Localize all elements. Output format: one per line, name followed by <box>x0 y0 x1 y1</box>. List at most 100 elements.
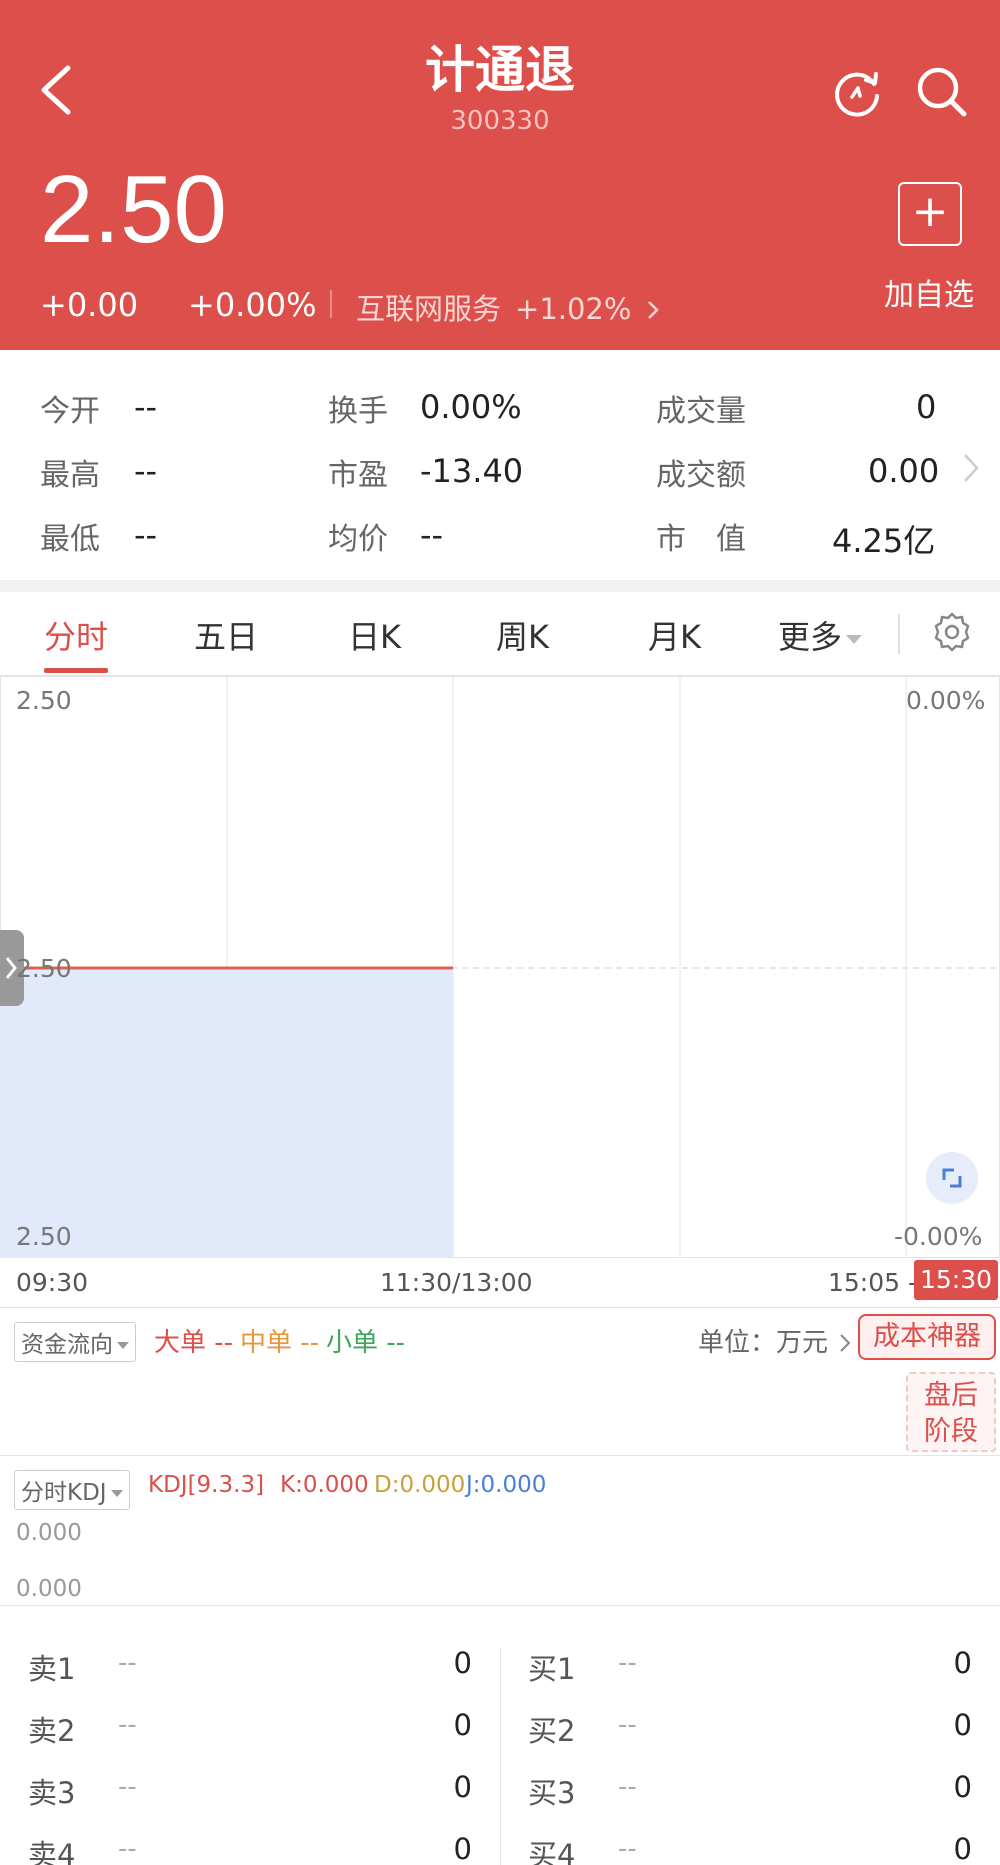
order-book-separator <box>500 1648 501 1865</box>
expand-icon <box>942 1168 962 1188</box>
kdj-d-value: D:0.000 <box>374 1472 466 1498</box>
stat-value-low: -- <box>134 516 158 554</box>
cost-tool-button[interactable]: 成本神器 <box>858 1314 996 1360</box>
stat-label-turnover: 换手 <box>328 394 388 429</box>
chart-tabs: 分时 五日 日K 周K 月K 更多 <box>0 592 1000 676</box>
kdj-selector-label: 分时KDJ <box>21 1480 107 1506</box>
stat-value-amount: 0.00 <box>868 452 940 490</box>
sell-3-volume: 0 <box>453 1770 472 1804</box>
stock-stats[interactable]: 今开 -- 换手 0.00% 成交量 0 最高 -- 市盈 -13.40 成交额… <box>0 350 1000 580</box>
tab-more-label: 更多 <box>778 618 843 656</box>
sell-1-volume: 0 <box>453 1646 472 1680</box>
kdj-selector[interactable]: 分时KDJ <box>14 1470 130 1510</box>
search-icon[interactable] <box>914 64 970 120</box>
money-flow-selector[interactable]: 资金流向 <box>14 1322 136 1362</box>
price-change-percent: +0.00% <box>188 286 317 324</box>
sell-3-label: 卖3 <box>28 1776 76 1810</box>
stat-value-turnover: 0.00% <box>420 388 522 426</box>
sell-1-price: -- <box>118 1648 137 1678</box>
stat-value-pe: -13.40 <box>420 452 524 490</box>
industry-name: 互联网服务 <box>356 292 502 326</box>
buy-3-price: -- <box>618 1772 637 1802</box>
after-hours-stage-button[interactable]: 盘后 阶段 <box>906 1372 996 1452</box>
buy-4-price: -- <box>618 1834 637 1864</box>
money-flow-selector-label: 资金流向 <box>21 1332 113 1358</box>
stat-label-pe: 市盈 <box>328 458 388 493</box>
sell-2-label: 卖2 <box>28 1714 76 1748</box>
stat-value-avg-price: -- <box>420 516 444 554</box>
tab-daily-k[interactable]: 日K <box>348 612 401 658</box>
y-axis-mid-price: 2.50 <box>16 954 72 983</box>
small-order-flow: 小单 -- <box>326 1328 406 1358</box>
kdj-k-value: K:0.000 <box>280 1472 369 1498</box>
industry-link[interactable]: 互联网服务 +1.02% <box>356 286 661 328</box>
buy-3-label: 买3 <box>528 1776 576 1810</box>
intraday-chart[interactable]: 2.50 2.50 2.50 0.00% -0.00% <box>0 676 1000 1258</box>
time-label-after-hours[interactable]: 15:30 <box>914 1260 998 1300</box>
sell-2-price: -- <box>118 1710 137 1740</box>
tab-weekly-k[interactable]: 周K <box>496 612 549 658</box>
mid-order-flow: 中单 -- <box>240 1328 320 1358</box>
unit-link[interactable]: 单位：万元 <box>698 1322 852 1359</box>
sell-3-price: -- <box>118 1772 137 1802</box>
time-label-midday: 11:30/13:00 <box>380 1268 533 1297</box>
sell-4-price: -- <box>118 1834 137 1864</box>
stat-value-high: -- <box>134 452 158 490</box>
kdj-indicator-panel[interactable]: 分时KDJ KDJ[9.3.3] K:0.000 D:0.000 J:0.000… <box>0 1456 1000 1606</box>
kdj-axis-bottom: 0.000 <box>16 1576 82 1602</box>
active-tab-indicator <box>44 668 108 673</box>
sell-4-label: 卖4 <box>28 1838 76 1865</box>
time-label-open: 09:30 <box>16 1268 89 1297</box>
tab-five-day[interactable]: 五日 <box>194 612 258 658</box>
gear-icon[interactable] <box>930 610 974 654</box>
after-hours-line-1: 盘后 <box>924 1380 978 1411</box>
stock-header: 计通退 300330 2.50 +0.00 +0.00% 互联网服务 +1.02%… <box>0 0 1000 350</box>
time-label-close: 15:05 - <box>828 1268 918 1297</box>
buy-2-label: 买2 <box>528 1714 576 1748</box>
order-book: 卖1 -- 0 卖2 -- 0 卖3 -- 0 卖4 -- 0 买1 -- 0 … <box>0 1618 1000 1865</box>
refresh-icon[interactable] <box>830 66 884 120</box>
fullscreen-button[interactable] <box>926 1152 978 1204</box>
stat-label-volume: 成交量 <box>656 394 746 429</box>
sell-4-volume: 0 <box>453 1832 472 1865</box>
stat-value-market-cap: 4.25亿 <box>832 522 936 560</box>
stat-label-low: 最低 <box>40 522 100 557</box>
add-watchlist-label[interactable]: 加自选 <box>884 270 974 314</box>
buy-1-price: -- <box>618 1648 637 1678</box>
industry-change: +1.02% <box>515 292 632 326</box>
y-axis-bottom-pct: -0.00% <box>894 1222 983 1251</box>
tab-intraday[interactable]: 分时 <box>44 612 108 658</box>
sell-2-volume: 0 <box>453 1708 472 1742</box>
stat-label-avg-price: 均价 <box>328 522 388 557</box>
chevron-right-icon <box>647 301 659 319</box>
y-axis-top-price: 2.50 <box>16 686 72 715</box>
kdj-j-value: J:0.000 <box>466 1472 547 1498</box>
after-hours-line-2: 阶段 <box>924 1416 978 1447</box>
buy-1-volume: 0 <box>953 1646 972 1680</box>
unit-label: 单位：万元 <box>698 1328 829 1358</box>
intraday-chart-svg <box>0 676 1000 1258</box>
price-change: +0.00 <box>40 286 139 324</box>
buy-4-label: 买4 <box>528 1838 576 1865</box>
price-area <box>0 968 453 1258</box>
stat-label-amount: 成交额 <box>656 458 746 493</box>
time-axis: 09:30 11:30/13:00 15:05 - 15:30 <box>0 1258 1000 1308</box>
stat-value-volume: 0 <box>916 388 937 426</box>
money-flow-panel: 资金流向 大单 -- 中单 -- 小单 -- 单位：万元 成本神器 盘后 阶段 <box>0 1308 1000 1456</box>
kdj-params: KDJ[9.3.3] <box>148 1472 265 1498</box>
big-order-flow: 大单 -- <box>154 1328 234 1358</box>
buy-4-volume: 0 <box>953 1832 972 1865</box>
kdj-axis-top: 0.000 <box>16 1520 82 1546</box>
sell-1-label: 卖1 <box>28 1652 76 1686</box>
buy-1-label: 买1 <box>528 1652 576 1686</box>
caret-down-icon <box>846 634 863 644</box>
stat-label-open: 今开 <box>40 394 100 429</box>
section-divider <box>0 580 1000 592</box>
buy-2-price: -- <box>618 1710 637 1740</box>
tab-more[interactable]: 更多 <box>778 612 863 658</box>
chevron-right-icon[interactable] <box>960 450 982 486</box>
tab-monthly-k[interactable]: 月K <box>648 612 701 658</box>
add-watchlist-button[interactable]: + <box>898 182 962 246</box>
current-price: 2.50 <box>40 156 227 263</box>
y-axis-top-pct: 0.00% <box>906 686 986 715</box>
